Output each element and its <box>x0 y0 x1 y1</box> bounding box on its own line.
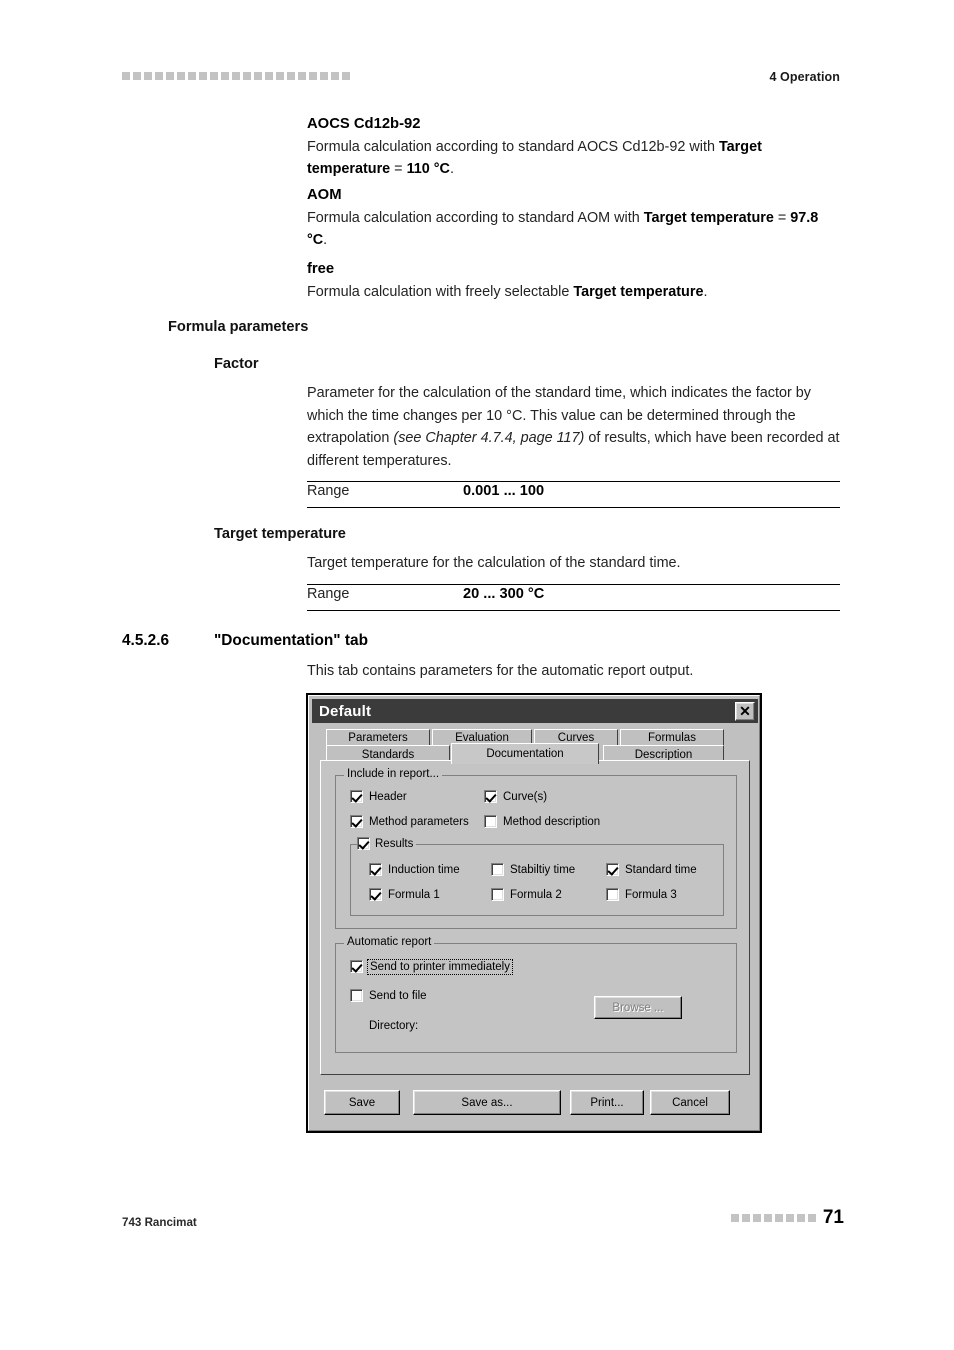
checkbox-indicator[interactable] <box>357 837 370 850</box>
cancel-button[interactable]: Cancel <box>650 1090 730 1115</box>
checkbox-label: Formula 3 <box>625 888 677 901</box>
checkbox-label: Formula 2 <box>510 888 562 901</box>
checkbox-indicator[interactable] <box>369 888 382 901</box>
browse-button[interactable]: Browse ... <box>594 996 682 1019</box>
tab-documentation[interactable]: Documentation <box>451 743 599 764</box>
standard-block-aom: AOM Formula calculation according to sta… <box>307 184 841 252</box>
automatic-report-group: Automatic report Send to printer immedia… <box>335 936 737 1053</box>
target-temperature-label: Target temperature <box>214 526 346 542</box>
checkbox-label: Formula 1 <box>388 888 440 901</box>
include-in-report-group: Include in report... Header Curve(s) Met… <box>335 768 737 929</box>
checkbox-label: Results <box>375 837 414 850</box>
page-number: 71 <box>822 1207 844 1228</box>
page-header: 4 Operation <box>0 0 954 110</box>
checkbox-indicator[interactable] <box>350 815 363 828</box>
checkbox-curves[interactable]: Curve(s) <box>484 790 547 803</box>
checkbox-indicator[interactable] <box>350 989 363 1002</box>
dialog-titlebar: Default ✕ <box>312 699 758 723</box>
results-group: Results Induction time Stabiltiy time St… <box>350 837 724 916</box>
print-button[interactable]: Print... <box>570 1090 644 1115</box>
include-in-report-title: Include in report... <box>344 768 443 780</box>
table-row: Range 0.001 ... 100 <box>307 482 840 507</box>
checkbox-indicator[interactable] <box>606 863 619 876</box>
footer-product-label: 743 Rancimat <box>122 1216 197 1229</box>
checkbox-indicator[interactable] <box>491 888 504 901</box>
checkbox-indicator[interactable] <box>350 790 363 803</box>
dialog-title: Default <box>319 702 372 720</box>
standard-block-aocs: AOCS Cd12b-92 Formula calculation accord… <box>307 113 841 181</box>
page-footer-right: 71 <box>730 1207 844 1228</box>
factor-label: Factor <box>214 356 259 372</box>
range-key: Range <box>307 483 350 499</box>
documentation-dialog: Default ✕ Parameters Evaluation Curves F… <box>306 693 762 1133</box>
range-key: Range <box>307 586 350 602</box>
dialog-tabstrip: Parameters Evaluation Curves Formulas St… <box>320 729 750 764</box>
checkbox-label: Standard time <box>625 863 697 876</box>
results-group-title[interactable]: Results <box>357 837 417 850</box>
checkbox-indicator[interactable] <box>606 888 619 901</box>
checkbox-indicator[interactable] <box>350 960 363 973</box>
checkbox-indicator[interactable] <box>484 790 497 803</box>
checkbox-indicator[interactable] <box>369 863 382 876</box>
checkbox-stability-time[interactable]: Stabiltiy time <box>491 863 575 876</box>
section-heading: 4.5.2.6 "Documentation" tab <box>122 632 368 650</box>
checkbox-label: Stabiltiy time <box>510 863 576 876</box>
documentation-tab-page: Include in report... Header Curve(s) Met… <box>320 760 750 1075</box>
factor-description: Parameter for the calculation of the sta… <box>307 385 840 469</box>
save-button[interactable]: Save <box>324 1090 400 1115</box>
standard-desc-aocs: Formula calculation according to standar… <box>307 138 762 178</box>
checkbox-method-description[interactable]: Method description <box>484 815 600 828</box>
factor-range-table: Range 0.001 ... 100 <box>307 481 840 508</box>
section-intro-text: This tab contains parameters for the aut… <box>307 663 694 679</box>
formula-parameters-heading: Formula parameters <box>168 319 309 335</box>
standard-desc-aom: Formula calculation according to standar… <box>307 209 819 249</box>
tab-formulas[interactable]: Formulas <box>620 729 724 746</box>
checkbox-header[interactable]: Header <box>350 790 407 803</box>
checkbox-formula-3[interactable]: Formula 3 <box>606 888 677 901</box>
standard-name-aom: AOM <box>307 187 342 203</box>
checkbox-formula-1[interactable]: Formula 1 <box>369 888 440 901</box>
automatic-report-title: Automatic report <box>344 936 435 948</box>
checkbox-method-parameters[interactable]: Method parameters <box>350 815 469 828</box>
checkbox-induction-time[interactable]: Induction time <box>369 863 460 876</box>
save-as-button[interactable]: Save as... <box>413 1090 561 1115</box>
target-temperature-description: Target temperature for the calculation o… <box>307 555 681 571</box>
standard-name-free: free <box>307 261 335 277</box>
table-row: Range 20 ... 300 °C <box>307 585 840 610</box>
range-value: 0.001 ... 100 <box>463 483 545 499</box>
checkbox-label: Send to file <box>369 989 427 1002</box>
dialog-footer: Save Save as... Print... Cancel <box>320 1087 750 1121</box>
checkbox-indicator[interactable] <box>491 863 504 876</box>
checkbox-label: Send to printer immediately <box>367 958 513 975</box>
checkbox-label: Curve(s) <box>503 790 548 803</box>
checkbox-formula-2[interactable]: Formula 2 <box>491 888 562 901</box>
standard-name-aocs: AOCS Cd12b-92 <box>307 116 421 132</box>
tab-parameters[interactable]: Parameters <box>326 729 430 746</box>
checkbox-standard-time[interactable]: Standard time <box>606 863 697 876</box>
checkbox-label: Header <box>369 790 407 803</box>
header-decoration-squares <box>122 72 350 80</box>
checkbox-label: Method parameters <box>369 815 469 828</box>
directory-label: Directory: <box>369 1020 419 1032</box>
checkbox-label: Method description <box>503 815 601 828</box>
section-number: 4.5.2.6 <box>122 632 170 649</box>
target-temperature-range-table: Range 20 ... 300 °C <box>307 584 840 611</box>
checkbox-indicator[interactable] <box>484 815 497 828</box>
checkbox-send-to-file[interactable]: Send to file <box>350 989 427 1002</box>
close-x-icon[interactable]: ✕ <box>735 701 755 721</box>
range-value: 20 ... 300 °C <box>463 586 545 602</box>
checkbox-label: Induction time <box>388 863 460 876</box>
header-chapter-label: 4 Operation <box>769 70 840 84</box>
standard-desc-free: Formula calculation with freely selectab… <box>307 283 708 300</box>
checkbox-send-to-printer[interactable]: Send to printer immediately <box>350 958 513 975</box>
footer-decoration-squares <box>730 1213 816 1222</box>
standard-block-free: free Formula calculation with freely sel… <box>307 258 841 303</box>
section-title: "Documentation" tab <box>214 632 368 649</box>
